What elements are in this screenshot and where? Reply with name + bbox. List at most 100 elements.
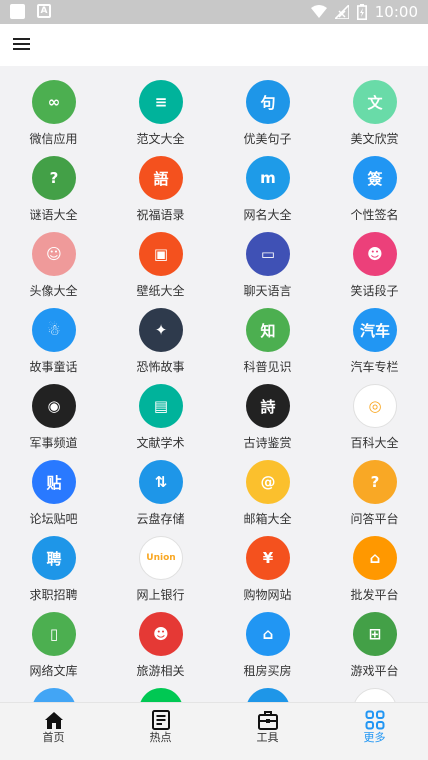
icon-glyph: 贴 [46, 473, 62, 492]
app-tile[interactable]: 贴论坛贴吧 [0, 446, 107, 526]
qa-icon: ? [353, 460, 397, 504]
app-tile[interactable]: Union 网上银行 [107, 522, 214, 602]
nav-tools[interactable]: 工具 [214, 703, 321, 760]
app-tile[interactable]: ⊞ 游戏平台 [321, 598, 428, 678]
app-tile[interactable]: ✦ 恐怖故事 [107, 294, 214, 374]
story-icon: ☃ [32, 308, 76, 352]
signal-icon [334, 5, 349, 19]
blessing-icon: 語 [139, 156, 183, 200]
icon-glyph: ▤ [153, 397, 169, 415]
bottom-nav: 首页 热点 工具 更多 [0, 702, 428, 760]
nickname-icon: m [246, 156, 290, 200]
app-tile[interactable]: ▯ 网络文库 [0, 598, 107, 678]
library-icon: ▯ [32, 612, 76, 656]
app-tile-label: 租房买房 [243, 664, 292, 678]
toolbox-icon [257, 711, 278, 730]
horror-icon: ✦ [139, 308, 183, 352]
car-icon: 汽车 [353, 308, 397, 352]
icon-glyph: ☻ [367, 245, 383, 263]
nav-home[interactable]: 首页 [0, 703, 107, 760]
signature-icon: 簽 [353, 156, 397, 200]
app-tile[interactable]: 知科普见识 [214, 294, 321, 374]
app-tile[interactable]: ∞ 微信应用 [0, 66, 107, 146]
icon-glyph: ¥ [262, 549, 274, 567]
chat-icon: ▭ [246, 232, 290, 276]
app-tile[interactable]: ▭ 聊天语言 [214, 218, 321, 298]
icon-glyph: ✦ [154, 321, 168, 339]
travel-icon: ☻ [139, 612, 183, 656]
mail-icon: @ [246, 460, 290, 504]
status-indicators: 10:00 [310, 3, 418, 21]
app-tile[interactable]: 簽个性签名 [321, 142, 428, 222]
nav-more-label: 更多 [363, 731, 386, 744]
app-tile[interactable]: ☃ 故事童话 [0, 294, 107, 374]
icon-glyph: ⌂ [369, 549, 381, 567]
icon-glyph: 文 [367, 93, 383, 112]
encyclopedia-icon: ◎ [353, 384, 397, 428]
app-tile[interactable]: ¥ 购物网站 [214, 522, 321, 602]
poetry-icon: 詩 [246, 384, 290, 428]
app-tile-label: 网络文库 [29, 664, 78, 678]
app-tile[interactable]: ⌂ 批发平台 [321, 522, 428, 602]
icon-glyph: ⇅ [154, 473, 168, 491]
nav-news[interactable]: 热点 [107, 703, 214, 760]
app-tile[interactable]: m 网名大全 [214, 142, 321, 222]
app-tile[interactable]: ▤ 文献学术 [107, 370, 214, 450]
app-tile[interactable]: 聘求职招聘 [0, 522, 107, 602]
news-icon [151, 710, 170, 730]
app-tile[interactable]: ◎ 百科大全 [321, 370, 428, 450]
joke-icon: ☻ [353, 232, 397, 276]
status-bar: A 10:00 [0, 0, 428, 24]
peek-tile-2 [139, 688, 183, 702]
menu-icon[interactable] [13, 38, 30, 52]
app-tile[interactable]: 詩古诗鉴赏 [214, 370, 321, 450]
icon-glyph: 聘 [46, 549, 62, 568]
app-tile[interactable]: ? 问答平台 [321, 446, 428, 526]
app-tile[interactable]: ◉ 军事频道 [0, 370, 107, 450]
app-tile[interactable]: ☺ 头像大全 [0, 218, 107, 298]
battery-icon [356, 4, 367, 20]
icon-glyph: 簽 [367, 169, 383, 188]
icon-glyph: @ [260, 473, 276, 491]
status-time: 10:00 [374, 3, 418, 21]
icon-glyph: ⊞ [368, 625, 382, 643]
app-tile[interactable]: ☻ 笑话段子 [321, 218, 428, 298]
app-bar [0, 24, 428, 66]
app-tile[interactable]: ▣ 壁纸大全 [107, 218, 214, 298]
icon-glyph: Union [146, 553, 176, 563]
app-tile[interactable]: ☻ 旅游相关 [107, 598, 214, 678]
house-icon: ⌂ [246, 612, 290, 656]
status-notifications: A [10, 4, 51, 19]
app-tile[interactable]: 句优美句子 [214, 66, 321, 146]
icon-glyph: ◎ [368, 397, 382, 415]
app-tile[interactable]: ⇅ 云盘存储 [107, 446, 214, 526]
riddle-icon: ? [32, 156, 76, 200]
nav-more[interactable]: 更多 [321, 703, 428, 760]
peek-tile-4 [353, 688, 397, 702]
icon-glyph: 知 [260, 321, 276, 340]
icon-glyph: ▭ [260, 245, 276, 263]
app-tile[interactable]: ⌂ 租房买房 [214, 598, 321, 678]
grid-more-icon [365, 710, 384, 730]
icon-glyph: ◉ [47, 397, 61, 415]
app-tile[interactable]: 語祝福语录 [107, 142, 214, 222]
icon-glyph: ∞ [47, 93, 61, 111]
app-tile[interactable]: @ 邮箱大全 [214, 446, 321, 526]
wholesale-icon: ⌂ [353, 536, 397, 580]
literature-icon: ▤ [139, 384, 183, 428]
notification-a-icon: A [37, 4, 51, 18]
nav-home-label: 首页 [42, 731, 65, 744]
app-tile-label: 游戏平台 [350, 664, 399, 678]
icon-glyph: 汽车 [359, 321, 390, 340]
app-tile[interactable]: 文美文欣赏 [321, 66, 428, 146]
icon-glyph: 句 [260, 93, 276, 112]
app-tile[interactable]: 汽车 汽车专栏 [321, 294, 428, 374]
wifi-icon [310, 5, 327, 18]
icon-glyph: ▯ [49, 625, 59, 643]
app-tile[interactable]: ? 谜语大全 [0, 142, 107, 222]
wechat-apps-icon: ∞ [32, 80, 76, 124]
wallpaper-icon: ▣ [139, 232, 183, 276]
app-tile[interactable]: ≡ 范文大全 [107, 66, 214, 146]
icon-glyph: ⌂ [262, 625, 274, 643]
wen-icon: 文 [353, 80, 397, 124]
